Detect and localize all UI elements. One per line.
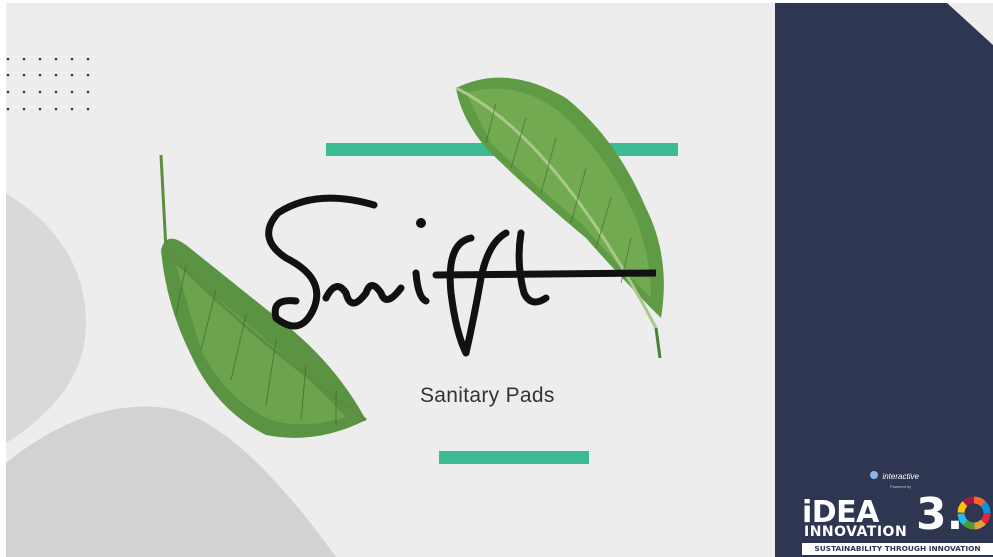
- slide: Sanitary Pads interactive Powered by iDE…: [6, 3, 993, 557]
- swift-logo: [265, 194, 656, 357]
- sdg-ring-icon: [957, 496, 991, 530]
- event-innovation-word: INNOVATION: [804, 524, 908, 540]
- event-tagline-box: SUSTAINABILITY THROUGH INNOVATION: [802, 543, 993, 555]
- subtitle: Sanitary Pads: [420, 384, 555, 407]
- event-tagline: SUSTAINABILITY THROUGH INNOVATION: [814, 544, 981, 553]
- sponsor-name: interactive: [882, 472, 919, 481]
- dot-grid-decoration: [6, 57, 90, 111]
- sponsor-logo-icon: [870, 470, 878, 479]
- event-logo: iDEA INNOVATION 3. SUSTAINABILITY THROUG…: [796, 485, 993, 557]
- accent-bar-bottom: [439, 451, 589, 464]
